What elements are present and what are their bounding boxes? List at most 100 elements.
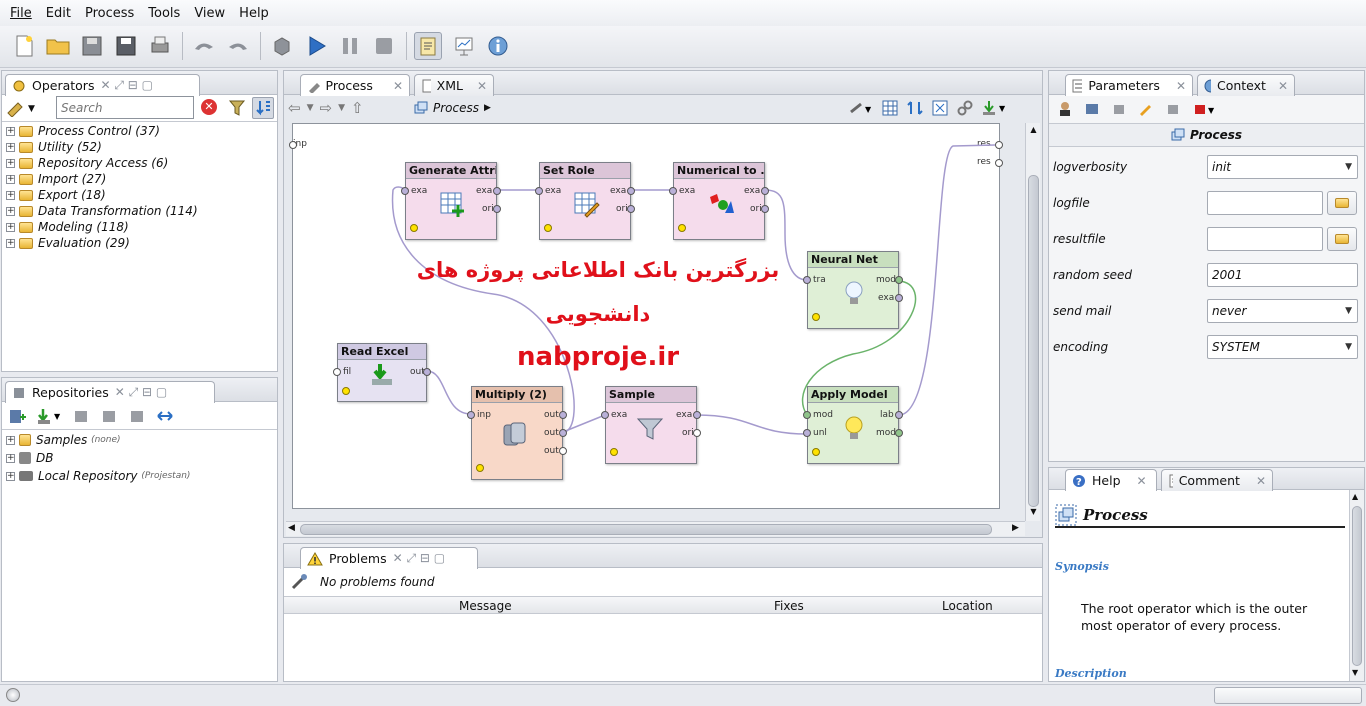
auto-wire-icon[interactable]: ▼ <box>849 100 873 116</box>
tree-item-evaluation[interactable]: + Evaluation (29) <box>2 235 277 251</box>
output-port[interactable] <box>693 429 701 437</box>
stop-button[interactable] <box>370 32 398 60</box>
tab-comment[interactable]: Comment ✕ <box>1161 469 1273 491</box>
logverbosity-select[interactable]: init <box>1207 155 1358 179</box>
operator-read-excel[interactable]: Read Excel fil out <box>333 343 431 402</box>
column-location[interactable]: Location <box>942 599 993 613</box>
close-icon[interactable]: ✕ <box>393 79 403 93</box>
repo-item-local-repository[interactable]: + Local Repository (Projestan) <box>2 467 277 485</box>
close-icon[interactable]: ✕ <box>477 79 487 93</box>
input-port[interactable] <box>803 276 811 284</box>
link-chain-icon[interactable] <box>957 100 973 116</box>
tree-item-data-transformation[interactable]: + Data Transformation (114) <box>2 203 277 219</box>
operator-apply-model[interactable]: Apply Model mod unl lab mod <box>803 386 903 464</box>
output-port[interactable] <box>693 411 701 419</box>
tab-operators[interactable]: Operators ✕ ⤢ ⊟ ▢ <box>5 74 200 96</box>
output-port[interactable] <box>493 187 501 195</box>
input-port[interactable] <box>601 411 609 419</box>
input-port[interactable] <box>803 429 811 437</box>
fit-icon[interactable] <box>932 100 948 116</box>
repo-action-icon[interactable] <box>128 407 146 425</box>
close-icon[interactable]: ✕ <box>1256 474 1266 488</box>
grid-icon[interactable] <box>882 100 898 116</box>
vertical-scrollbar[interactable]: ▲ ▼ <box>1025 123 1040 521</box>
resultfile-browse-button[interactable] <box>1327 227 1357 251</box>
welcome-perspective-button[interactable] <box>484 32 512 60</box>
expert-user-icon[interactable] <box>1057 101 1073 117</box>
quick-fix-icon[interactable] <box>290 573 308 591</box>
open-button[interactable] <box>44 32 72 60</box>
undo-button[interactable] <box>190 32 218 60</box>
menu-file[interactable]: File <box>10 6 32 21</box>
arrange-icon[interactable] <box>907 100 923 116</box>
operator-numerical-to[interactable]: Numerical to ... exa exa ori <box>669 162 769 240</box>
input-port[interactable] <box>401 187 409 195</box>
output-port[interactable] <box>761 187 769 195</box>
menu-tools[interactable]: Tools <box>148 6 180 21</box>
help-scrollbar[interactable]: ▲ ▼ <box>1349 490 1364 681</box>
menu-help[interactable]: Help <box>239 6 269 21</box>
output-port[interactable] <box>559 411 567 419</box>
close-icon[interactable]: ✕ <box>1176 79 1186 93</box>
pause-button[interactable] <box>336 32 364 60</box>
operator-set-role[interactable]: Set Role exa exa ori <box>535 162 635 240</box>
repo-action-icon[interactable] <box>72 407 90 425</box>
save-as-button[interactable] <box>112 32 140 60</box>
tab-context[interactable]: Context ✕ <box>1197 74 1295 96</box>
tree-item-import[interactable]: + Import (27) <box>2 171 277 187</box>
encoding-select[interactable]: SYSTEM <box>1207 335 1358 359</box>
process-canvas[interactable]: inp res res بزرگترین بانک اطلاعاتی پروژه… <box>289 123 1003 509</box>
output-port[interactable] <box>895 411 903 419</box>
params-action-icon[interactable] <box>1111 101 1127 117</box>
output-port[interactable] <box>895 429 903 437</box>
input-port[interactable] <box>669 187 677 195</box>
logfile-browse-button[interactable] <box>1327 191 1357 215</box>
run-button[interactable] <box>302 32 330 60</box>
input-port[interactable] <box>535 187 543 195</box>
output-port[interactable] <box>559 447 567 455</box>
forward-arrow-icon[interactable]: ⇨ <box>320 99 333 117</box>
run-from-here-button[interactable] <box>268 32 296 60</box>
column-fixes[interactable]: Fixes <box>774 599 804 613</box>
design-perspective-button[interactable] <box>414 32 442 60</box>
logfile-input[interactable] <box>1207 191 1323 215</box>
clear-search-icon[interactable]: ✕ <box>201 99 217 115</box>
menu-process[interactable]: Process <box>85 6 134 21</box>
output-port[interactable] <box>895 294 903 302</box>
input-port[interactable] <box>333 368 341 376</box>
close-icon[interactable]: ✕ ⤢ ⊟ ▢ <box>393 551 446 566</box>
output-port[interactable] <box>895 276 903 284</box>
tab-xml[interactable]: XML ✕ <box>414 74 494 96</box>
close-icon[interactable]: ✕ ⤢ ⊟ ▢ <box>115 385 168 400</box>
link-arrows-icon[interactable] <box>156 407 174 425</box>
save-button[interactable] <box>78 32 106 60</box>
close-icon[interactable]: ✕ ⤢ ⊟ ▢ <box>100 78 153 93</box>
show-params-icon[interactable] <box>1084 101 1100 117</box>
sort-button[interactable] <box>252 97 274 119</box>
operator-sample[interactable]: Sample exa exa ori <box>601 386 701 464</box>
column-message[interactable]: Message <box>459 599 512 613</box>
breadcrumb[interactable]: Process ▶ <box>414 99 514 117</box>
random-seed-input[interactable]: 2001 <box>1207 263 1358 287</box>
output-port[interactable] <box>423 368 431 376</box>
menu-edit[interactable]: Edit <box>46 6 71 21</box>
close-icon[interactable]: ✕ <box>1278 79 1288 93</box>
output-port[interactable] <box>627 205 635 213</box>
horizontal-scrollbar[interactable]: ◀ ▶ <box>286 521 1025 536</box>
tree-item-export[interactable]: + Export (18) <box>2 187 277 203</box>
new-process-button[interactable] <box>10 32 38 60</box>
tree-item-utility[interactable]: + Utility (52) <box>2 139 277 155</box>
redo-button[interactable] <box>224 32 252 60</box>
tab-repositories[interactable]: Repositories ✕ ⤢ ⊟ ▢ <box>5 381 215 403</box>
print-button[interactable] <box>146 32 174 60</box>
output-port[interactable] <box>627 187 635 195</box>
menu-view[interactable]: View <box>194 6 225 21</box>
send-mail-select[interactable]: never <box>1207 299 1358 323</box>
output-port[interactable] <box>761 205 769 213</box>
input-port[interactable] <box>803 411 811 419</box>
input-port[interactable] <box>467 411 475 419</box>
repo-item-db[interactable]: + DB <box>2 449 277 467</box>
import-down-icon[interactable]: ▼ <box>36 407 62 425</box>
tab-help[interactable]: ? Help ✕ <box>1065 469 1157 491</box>
tab-problems[interactable]: Problems ✕ ⤢ ⊟ ▢ <box>300 547 478 569</box>
